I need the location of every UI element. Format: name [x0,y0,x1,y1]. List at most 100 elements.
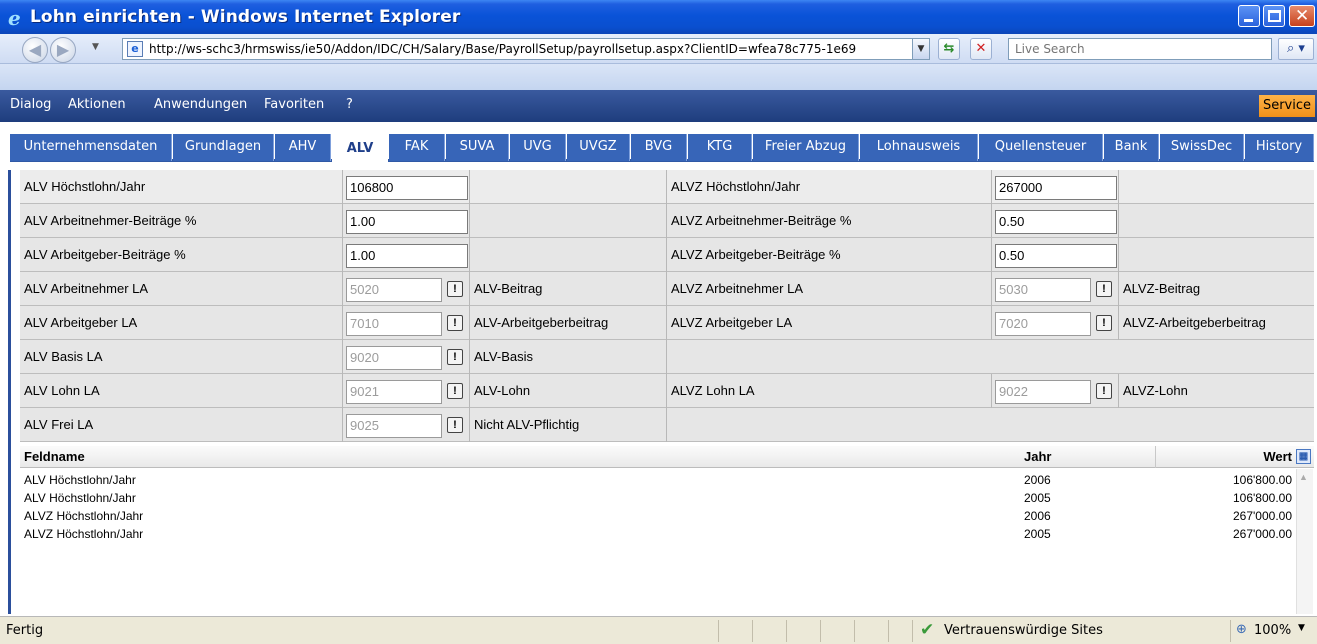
field-cell: 1.00 [343,238,470,272]
grid-scrollbar[interactable]: ▲ [1296,469,1313,614]
url-text: http://ws-schc3/hrmswiss/ie50/Addon/IDC/… [149,42,857,56]
field-label: ALVZ Arbeitnehmer-Beiträge % [667,204,992,238]
alv-arbeitnehmer-la-input[interactable]: 5020 [346,278,442,302]
history-dropdown-icon[interactable]: ▼ [92,42,99,52]
refresh-button[interactable]: ⇆ [938,38,960,60]
field-desc [470,238,667,272]
alvz-hoechstlohn-input[interactable]: 267000 [995,176,1117,200]
tab-freier-abzug[interactable]: Freier Abzug [753,134,859,161]
alv-basis-la-input[interactable]: 9020 [346,346,442,370]
field-desc [1119,170,1314,204]
column-header-jahr[interactable]: Jahr [1024,449,1051,464]
tab-suva[interactable]: SUVA [446,134,509,161]
tab-history[interactable]: History [1245,134,1314,161]
forward-button[interactable]: ▶ [50,37,76,63]
column-header-feldname[interactable]: Feldname [24,449,85,464]
grid-settings-icon[interactable]: ▦ [1296,449,1311,464]
stop-button[interactable]: ✕ [970,38,992,60]
menu-aktionen[interactable]: Aktionen [68,97,126,112]
field-label: ALV Höchstlohn/Jahr [20,170,343,204]
table-row[interactable]: ALV Höchstlohn/Jahr 2005 106'800.00 [20,491,1295,506]
close-button[interactable]: ✕ [1289,5,1315,27]
cell-wert: 267'000.00 [1232,527,1292,541]
tab-quellensteuer[interactable]: Quellensteuer [979,134,1103,161]
tab-alv[interactable]: ALV [332,136,388,162]
tab-uvg[interactable]: UVG [510,134,566,161]
zoom-level[interactable]: 100% [1254,623,1291,638]
live-search-input[interactable] [1008,38,1272,60]
lookup-icon[interactable]: ! [1096,281,1112,297]
zoom-dropdown-icon[interactable]: ▼ [1298,623,1305,633]
tab-bank[interactable]: Bank [1104,134,1159,161]
cell-jahr: 2005 [1024,491,1051,505]
url-input[interactable]: e http://ws-schc3/hrmswiss/ie50/Addon/ID… [122,38,930,60]
lookup-icon[interactable]: ! [447,281,463,297]
field-label: ALVZ Arbeitnehmer LA [667,272,992,306]
alv-arbeitgeber-la-input[interactable]: 7010 [346,312,442,336]
minimize-button[interactable] [1238,5,1260,27]
lookup-icon[interactable]: ! [447,417,463,433]
cell-feldname: ALVZ Höchstlohn/Jahr [24,527,144,541]
field-cell: 5030 ! [992,272,1119,306]
tab-ktg[interactable]: KTG [688,134,752,161]
window-title: Lohn einrichten - Windows Internet Explo… [30,7,461,27]
alvz-lohn-la-input[interactable]: 9022 [995,380,1091,404]
lookup-icon[interactable]: ! [1096,315,1112,331]
alv-arbeitnehmer-prozent-input[interactable]: 1.00 [346,210,468,234]
status-divider [912,620,913,642]
maximize-button[interactable] [1263,5,1285,27]
field-label: ALV Basis LA [20,340,343,374]
lookup-icon[interactable]: ! [1096,383,1112,399]
window-title-bar[interactable]: e Lohn einrichten - Windows Internet Exp… [0,0,1317,34]
ie-command-bar [0,64,1317,90]
tab-uvgz[interactable]: UVGZ [567,134,630,161]
alvz-arbeitnehmer-prozent-input[interactable]: 0.50 [995,210,1117,234]
back-arrow-icon: ◀ [28,40,42,59]
stop-icon: ✕ [975,41,987,56]
menu-help[interactable]: ? [346,97,353,112]
service-button[interactable]: Service [1258,95,1315,117]
status-divider [786,620,787,642]
tab-fak[interactable]: FAK [389,134,445,161]
cell-feldname: ALVZ Höchstlohn/Jahr [24,509,144,523]
table-row[interactable]: ALVZ Höchstlohn/Jahr 2006 267'000.00 [20,509,1295,524]
alvz-arbeitgeber-la-input[interactable]: 7020 [995,312,1091,336]
alv-arbeitgeber-prozent-input[interactable]: 1.00 [346,244,468,268]
field-desc [470,170,667,204]
tab-swissdec[interactable]: SwissDec [1160,134,1244,161]
field-cell: 9020 ! [343,340,470,374]
scroll-up-icon[interactable]: ▲ [1299,472,1308,482]
field-cell: 9025 ! [343,408,470,442]
table-row[interactable]: ALV Höchstlohn/Jahr 2006 106'800.00 [20,473,1295,488]
frame-left-border [8,170,11,614]
field-desc: ALVZ-Arbeitgeberbeitrag [1123,315,1266,330]
tab-bvg[interactable]: BVG [631,134,687,161]
form-row: ALV Basis LA 9020 ! ALV-Basis [20,340,1314,374]
alv-lohn-la-input[interactable]: 9021 [346,380,442,404]
alvz-arbeitgeber-prozent-input[interactable]: 0.50 [995,244,1117,268]
search-button[interactable]: ⌕ ▾ [1278,38,1314,60]
column-header-wert[interactable]: Wert [1263,449,1292,464]
tab-grundlagen[interactable]: Grundlagen [173,134,274,161]
lookup-icon[interactable]: ! [447,315,463,331]
alvz-arbeitnehmer-la-input[interactable]: 5030 [995,278,1091,302]
lookup-icon[interactable]: ! [447,383,463,399]
cell-jahr: 2005 [1024,527,1051,541]
back-button[interactable]: ◀ [22,37,48,63]
tab-unternehmensdaten[interactable]: Unternehmensdaten [10,134,172,161]
tab-ahv[interactable]: AHV [275,134,331,161]
menu-anwendungen[interactable]: Anwendungen [154,97,247,112]
table-row[interactable]: ALVZ Höchstlohn/Jahr 2005 267'000.00 [20,527,1295,542]
menu-dialog[interactable]: Dialog [10,97,51,112]
status-text: Fertig [6,623,44,638]
tab-strip: Unternehmensdaten Grundlagen AHV ALV FAK… [10,132,1314,162]
lookup-icon[interactable]: ! [447,349,463,365]
tab-lohnausweis[interactable]: Lohnausweis [860,134,978,161]
field-desc: Nicht ALV-Pflichtig [470,408,667,442]
menu-favoriten[interactable]: Favoriten [264,97,324,112]
alv-frei-la-input[interactable]: 9025 [346,414,442,438]
url-dropdown-button[interactable]: ▼ [912,39,929,59]
ie-logo-icon: e [8,6,21,30]
field-cell: 9021 ! [343,374,470,408]
alv-hoechstlohn-input[interactable]: 106800 [346,176,468,200]
